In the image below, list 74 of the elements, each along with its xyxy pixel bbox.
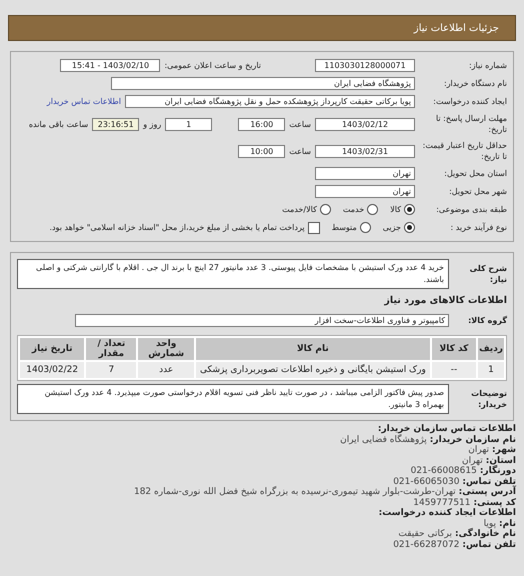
info-label: استان: [486,456,516,466]
field-label: حداقل تاریخ اعتبار قیمت: تا تاریخ: [422,140,507,162]
text-box: صدور پیش فاکتور الزامی میباشد ، در صورت تایید ناظر فنی تسویه اقلام درخواستی صورت میپذیرد. 4 عدد ورک استیشن بهمراه 3 مانیتور. [17,384,449,414]
field-label: گروه کالا: [467,315,507,326]
radio-button[interactable] [367,204,378,215]
table-cell: ورک استیشن بایگانی و ذخیره اطلاعات تصویربرداری پزشکی [196,362,430,378]
info-value: 1459777511 [413,498,471,508]
info-label: کد پستی: [474,498,516,508]
info-label: شهر: [492,445,516,456]
table-cell: 7 [86,362,136,378]
column-header: واحد شمارش [138,338,194,360]
field-label: توضیحات خریدار: [470,388,507,410]
table-cell: 1 [478,362,504,378]
info-value: 021-66008615 [410,466,477,476]
text-box: خرید 4 عدد ورک استیشن با مشخصات فایل پیوستی. 3 عدد مانیتور 27 اینچ با برند ال جی . اقلام با گارانتی شرکتی و اصلی باشند. [17,259,449,289]
info-label: تلفن تماس: [462,476,516,486]
radio-label: جزیی [382,223,401,232]
field-label: شرح کلی نیاز: [468,263,507,285]
radio-label: کالا [390,205,401,214]
column-header: نام کالا [196,338,430,360]
date-field: 1403/02/12 [315,118,415,130]
info-label: نام: [499,518,516,529]
section-title: اطلاعات کالاهای مورد نیاز [383,295,507,306]
section-title: اطلاعات تماس سازمان خریدار: [378,424,516,434]
column-header: ردیف [478,338,504,360]
info-value: تهران [468,445,489,456]
table-cell: -- [432,362,476,378]
info-value: پویا [484,518,496,528]
column-header: کد کالا [432,338,476,360]
field-label: ساعت [289,146,311,156]
info-label: آدرس پستی: [458,487,516,498]
info-value: تهران [462,456,483,466]
radio-button[interactable] [360,222,371,233]
info-value: پژوهشگاه فضایی ایران [340,434,427,445]
field-label: نوع فرآیند خرید : [449,222,507,233]
buyer-contact-link[interactable]: اطلاعات تماس خریدار [46,97,121,106]
field-label: ساعت [289,120,311,128]
date-field: 1403/02/31 [315,144,415,158]
table-cell: عدد [138,362,194,378]
field-label: شماره نیاز: [468,60,507,71]
time-field: 16:00 [238,118,286,130]
radio-label: متوسط [332,223,357,232]
radio-label: کالا/خدمت [282,205,317,214]
field-label: شهر محل تحویل: [448,186,507,197]
info-value: برکاتی حقیقت [398,529,452,540]
field-label: ساعت باقی مانده [28,120,88,128]
page-header: جزئیات اطلاعات نیاز [8,15,516,41]
radio-label: خدمت [342,205,364,214]
field-label: نام دستگاه خریدار: [443,78,507,89]
info-value: تهران-طرشت-بلوار شهید تیموری-نرسیده به بزرگراه شیخ فضل الله نوری-شماره 182 [134,487,456,498]
field-label: ایجاد کننده درخواست: [432,96,507,107]
column-header: تعداد / مقدار [86,338,136,360]
section-title: اطلاعات ایجاد کننده درخواست: [378,508,516,518]
radio-button[interactable] [404,204,415,215]
info-label: نام سازمان خریدار: [430,434,516,444]
days-field: 1 [165,118,212,130]
table-cell: 1403/02/22 [20,362,84,378]
countdown-field: 23:16:51 [92,118,140,130]
field-label: طبقه بندی موضوعی: [435,204,507,215]
info-value: 021-66287072 [393,540,460,550]
info-label: تلفن تماس: [462,540,516,550]
field-label: مهلت ارسال پاسخ: تا تاریخ: [434,113,507,135]
column-header: تاریخ نیاز [20,338,84,360]
time-field: 10:00 [238,144,286,158]
radio-button[interactable] [404,222,415,233]
info-label: دورنگار: [480,466,516,476]
info-value: 021-66065030 [393,476,460,487]
checkbox-label: پرداخت تمام یا بخشی از مبلغ خرید،از محل "اسناد خزانه اسلامی" خواهد بود. [49,223,305,232]
field-label: استان محل تحویل: [443,168,507,179]
checkbox[interactable] [308,222,320,234]
info-label: نام خانوادگی: [454,529,516,540]
field-label: تاریخ و ساعت اعلان عمومی: [164,61,261,70]
field-label: روز و [143,120,162,128]
radio-button[interactable] [320,204,331,215]
